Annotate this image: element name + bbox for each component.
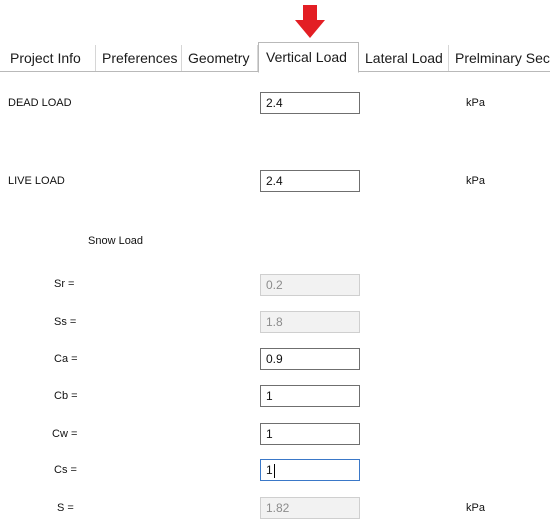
red-down-arrow-icon	[295, 5, 325, 38]
cs-input[interactable]: 1	[260, 459, 360, 481]
dead-load-input[interactable]	[260, 92, 360, 114]
snow-load-heading: Snow Load	[88, 235, 144, 247]
tab-bar: Project Info Preferences Geometry Vertic…	[0, 42, 550, 73]
tab-preferences[interactable]: Preferences	[96, 45, 182, 71]
sr-label: Sr =	[54, 278, 75, 290]
ss-field	[260, 311, 360, 333]
tab-preliminary-sec[interactable]: Prelminary Sec	[449, 45, 550, 71]
ca-label: Ca =	[54, 353, 78, 365]
live-load-unit: kPa	[466, 175, 485, 187]
sr-field	[260, 274, 360, 296]
ss-label: Ss =	[54, 316, 77, 328]
tab-geometry[interactable]: Geometry	[182, 45, 258, 71]
ca-input[interactable]	[260, 348, 360, 370]
cb-input[interactable]	[260, 385, 360, 407]
s-field	[260, 497, 360, 519]
dead-load-unit: kPa	[466, 97, 485, 109]
s-label: S =	[57, 502, 74, 514]
cw-input[interactable]	[260, 423, 360, 445]
tab-lateral-load[interactable]: Lateral Load	[359, 45, 449, 71]
live-load-label: LIVE LOAD	[8, 175, 65, 187]
tab-vertical-load[interactable]: Vertical Load	[258, 42, 359, 73]
cs-input-value: 1	[266, 463, 273, 477]
cs-label: Cs =	[54, 464, 77, 476]
text-cursor	[273, 463, 275, 478]
live-load-input[interactable]	[260, 170, 360, 192]
cw-label: Cw =	[52, 428, 78, 440]
dead-load-label: DEAD LOAD	[8, 97, 72, 109]
s-unit: kPa	[466, 502, 485, 514]
tab-project-info[interactable]: Project Info	[4, 45, 96, 71]
cb-label: Cb =	[54, 390, 78, 402]
